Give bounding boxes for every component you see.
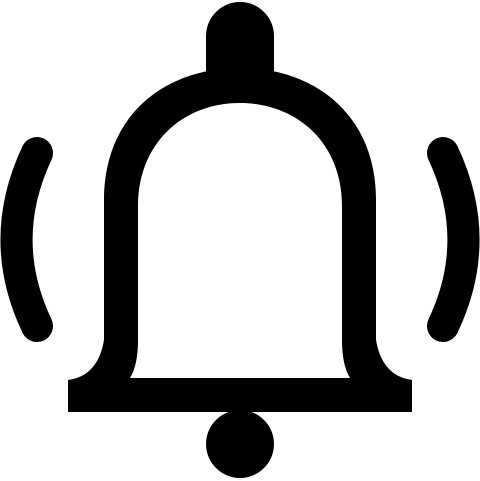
- bell-handle: [206, 2, 274, 72]
- bell-clapper: [206, 410, 274, 478]
- ring-arc-right: [427, 137, 480, 342]
- icon-canvas: [0, 0, 480, 481]
- bell-ringing-icon: [0, 2, 480, 478]
- bell-body: [68, 68, 412, 412]
- ring-arc-left: [0, 137, 53, 342]
